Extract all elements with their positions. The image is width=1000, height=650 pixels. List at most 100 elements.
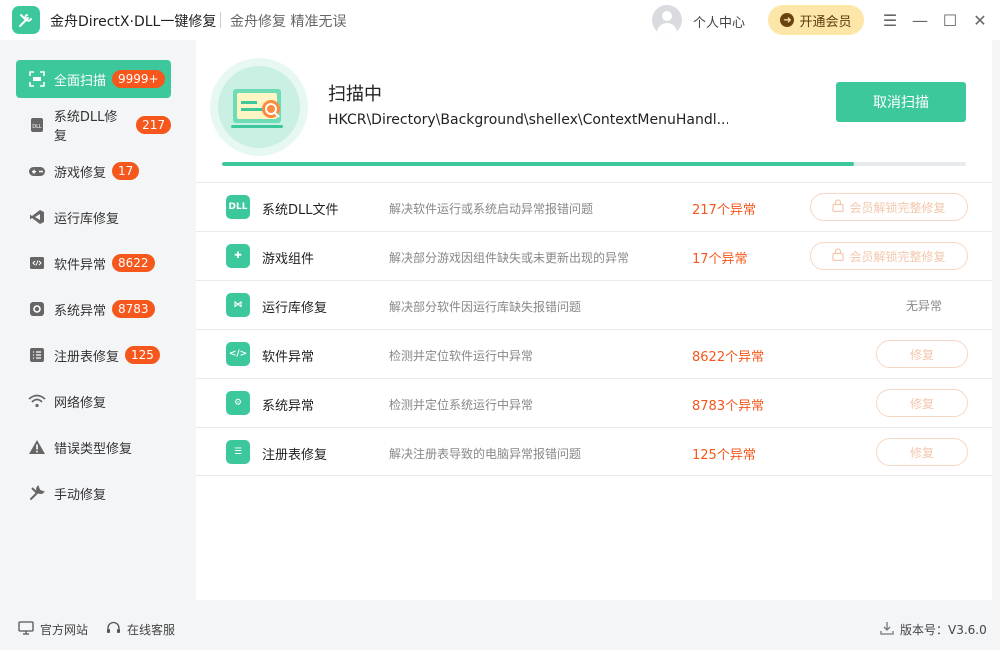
gamepad-icon <box>28 162 46 180</box>
row-description: 解决部分软件因运行库缺失报错问题 <box>389 300 582 314</box>
cancel-scan-button[interactable]: 取消扫描 <box>836 82 966 122</box>
count-badge: 8622 <box>112 254 155 272</box>
sidebar-item-label: 系统异常 <box>54 303 107 319</box>
sidebar-item-registry[interactable]: 注册表修复 125 <box>16 336 171 374</box>
headset-icon <box>106 621 121 638</box>
sidebar-item-label: 网络修复 <box>54 395 107 411</box>
scan-current-path: HKCR\Directory\Background\shellex\Contex… <box>328 112 728 128</box>
scan-header: 扫描中 HKCR\Directory\Background\shellex\Co… <box>196 40 992 182</box>
sidebar-item-software[interactable]: 软件异常 8622 <box>16 244 171 282</box>
row-name: 系统DLL文件 <box>262 203 339 218</box>
gear-icon <box>28 300 46 318</box>
scan-title: 扫描中 <box>328 84 382 105</box>
scan-illustration <box>210 58 308 156</box>
gear-icon: ⚙ <box>226 391 250 415</box>
row-description: 检测并定位系统运行中异常 <box>389 398 534 412</box>
row-status-no-issue: 无异常 <box>906 299 943 313</box>
online-support-link[interactable]: 在线客服 <box>106 621 175 638</box>
row-name: 系统异常 <box>262 399 315 414</box>
menu-icon[interactable]: ☰ <box>880 10 900 30</box>
dll-icon: DLL <box>226 195 250 219</box>
vip-label: 开通会员 <box>799 14 852 30</box>
list-item: ☰ 注册表修复 解决注册表导致的电脑异常报错问题 125个异常 修复 <box>196 427 992 476</box>
sidebar-item-game[interactable]: 游戏修复 17 <box>16 152 171 190</box>
lock-icon <box>832 199 845 215</box>
official-website-link[interactable]: 官方网站 <box>18 621 88 638</box>
unlock-label: 会员解锁完整修复 <box>849 249 946 264</box>
list-icon: ☰ <box>226 440 250 464</box>
maximize-icon[interactable]: ☐ <box>940 10 960 30</box>
dll-icon: DLL <box>28 116 46 134</box>
minimize-icon[interactable]: — <box>910 10 930 30</box>
row-issue-count: 17个异常 <box>692 252 748 267</box>
sidebar-item-manual[interactable]: 手动修复 <box>16 474 171 512</box>
sidebar-item-full-scan[interactable]: 全面扫描 9999+ <box>16 60 171 98</box>
app-logo-icon <box>12 6 40 34</box>
svg-text:DLL: DLL <box>32 124 42 130</box>
list-icon <box>28 346 46 364</box>
vip-button[interactable]: ➜ 开通会员 <box>768 5 864 35</box>
row-issue-count: 217个异常 <box>692 203 756 218</box>
unlock-full-repair-button[interactable]: 会员解锁完整修复 <box>810 193 968 221</box>
sidebar-item-network[interactable]: 网络修复 <box>16 382 171 420</box>
vs-runtime-icon <box>28 208 46 226</box>
version-info: 版本号：V3.6.0 <box>880 621 987 638</box>
sidebar: 全面扫描 9999+ DLL 系统DLL修复 217 游戏修复 17 运行库修复… <box>0 40 188 608</box>
count-badge: 217 <box>136 116 171 134</box>
sidebar-item-label: 游戏修复 <box>54 165 107 181</box>
official-website-label: 官方网站 <box>40 623 89 637</box>
lock-icon <box>832 248 845 264</box>
sidebar-item-label: 注册表修复 <box>54 349 120 365</box>
list-item: DLL 系统DLL文件 解决软件运行或系统启动异常报错问题 217个异常 会员解… <box>196 182 992 231</box>
repair-button[interactable]: 修复 <box>876 340 968 368</box>
version-label: 版本号：V3.6.0 <box>900 623 987 637</box>
sidebar-item-label: 手动修复 <box>54 487 107 503</box>
list-item: </> 软件异常 检测并定位软件运行中异常 8622个异常 修复 <box>196 329 992 378</box>
scan-progress-fill <box>222 162 855 166</box>
app-title: 金舟DirectX·DLL一键修复 <box>50 14 217 30</box>
user-center-link[interactable]: 个人中心 <box>693 12 745 31</box>
title-bar: 金舟DirectX·DLL一键修复 金舟修复 精准无误 个人中心 ➜ 开通会员 … <box>0 0 1000 40</box>
count-badge: 17 <box>112 162 140 180</box>
sidebar-item-dll[interactable]: DLL 系统DLL修复 217 <box>16 106 171 144</box>
code-icon: </> <box>226 342 250 366</box>
row-description: 解决注册表导致的电脑异常报错问题 <box>389 447 582 461</box>
sidebar-item-label: 全面扫描 <box>54 73 107 89</box>
row-issue-count: 8783个异常 <box>692 399 765 414</box>
row-name: 软件异常 <box>262 350 315 365</box>
list-item: ⋈ 运行库修复 解决部分软件因运行库缺失报错问题 无异常 <box>196 280 992 329</box>
sidebar-item-system[interactable]: 系统异常 8783 <box>16 290 171 328</box>
row-issue-count: 125个异常 <box>692 448 756 463</box>
list-item: ⚙ 系统异常 检测并定位系统运行中异常 8783个异常 修复 <box>196 378 992 427</box>
download-icon <box>880 621 894 638</box>
count-badge: 9999+ <box>112 70 165 88</box>
app-slogan: 金舟修复 精准无误 <box>230 14 347 30</box>
sidebar-item-runtime[interactable]: 运行库修复 <box>16 198 171 236</box>
count-badge: 125 <box>125 346 160 364</box>
sidebar-item-label: 错误类型修复 <box>54 441 133 457</box>
row-description: 检测并定位软件运行中异常 <box>389 349 534 363</box>
arrow-right-icon: ➜ <box>780 13 795 27</box>
repair-button[interactable]: 修复 <box>876 389 968 417</box>
monitor-icon <box>18 621 34 638</box>
code-icon <box>28 254 46 272</box>
list-item: ✚ 游戏组件 解决部分游戏因组件缺失或未更新出现的异常 17个异常 会员解锁完整… <box>196 231 992 280</box>
repair-button[interactable]: 修复 <box>876 438 968 466</box>
sidebar-item-label: 运行库修复 <box>54 211 120 227</box>
avatar[interactable] <box>652 5 682 35</box>
gamepad-icon: ✚ <box>226 244 250 268</box>
unlock-label: 会员解锁完整修复 <box>849 200 946 215</box>
main-panel: 扫描中 HKCR\Directory\Background\shellex\Co… <box>196 40 992 600</box>
sidebar-item-label: 软件异常 <box>54 257 107 273</box>
close-icon[interactable]: ✕ <box>970 10 990 30</box>
unlock-full-repair-button[interactable]: 会员解锁完整修复 <box>810 242 968 270</box>
sidebar-item-error-type[interactable]: 错误类型修复 <box>16 428 171 466</box>
title-divider <box>220 12 221 28</box>
warning-icon <box>28 438 46 456</box>
row-description: 解决部分游戏因组件缺失或未更新出现的异常 <box>389 251 630 265</box>
vs-runtime-icon: ⋈ <box>226 293 250 317</box>
row-name: 运行库修复 <box>262 301 328 316</box>
tools-icon <box>28 484 46 502</box>
row-description: 解决软件运行或系统启动异常报错问题 <box>389 202 594 216</box>
online-support-label: 在线客服 <box>127 623 176 637</box>
